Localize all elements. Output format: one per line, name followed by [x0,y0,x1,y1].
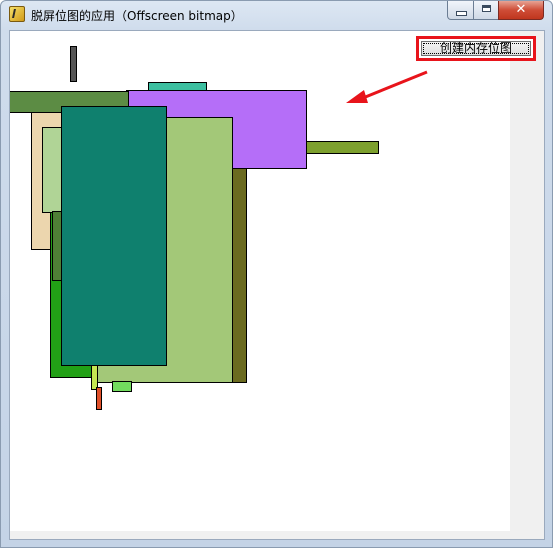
client-area: 创建内存位图 [9,30,545,540]
maximize-icon [482,5,491,12]
maximize-button[interactable] [473,1,499,20]
minimize-button[interactable] [447,1,474,20]
app-icon [9,6,25,22]
close-button[interactable]: ✕ [498,1,544,20]
arrow-shaft [357,70,428,102]
arrow-head [346,90,368,103]
minimize-icon [456,11,467,16]
arrow-icon [346,70,428,103]
window-title: 脱屏位图的应用（Offscreen bitmap） [31,9,243,23]
app-window: 脱屏位图的应用（Offscreen bitmap） ✕ 创建内存位图 [0,0,553,548]
close-icon: ✕ [515,2,527,17]
title-bar[interactable]: 脱屏位图的应用（Offscreen bitmap） ✕ [1,1,552,29]
